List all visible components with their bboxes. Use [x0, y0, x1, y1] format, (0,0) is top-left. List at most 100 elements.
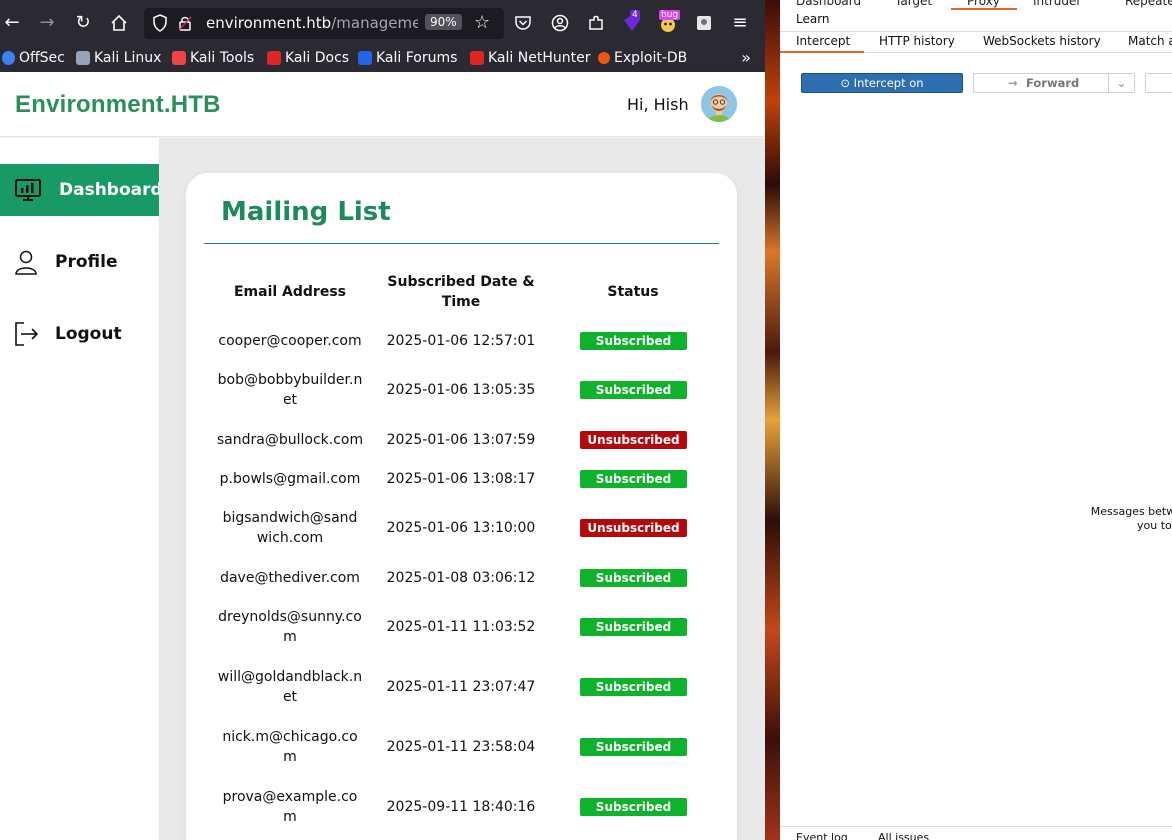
- bookmark-kali-forums[interactable]: Kali Forums: [358, 50, 457, 66]
- burp-tab-proxy[interactable]: Proxy: [967, 0, 1000, 8]
- kali-forums-icon: [358, 51, 372, 65]
- table-cell-date: 2025-01-11 23:07:47: [386, 679, 536, 695]
- burp-tab-learn[interactable]: Learn: [796, 12, 830, 26]
- proxy-subtabs: Intercept HTTP history WebSockets histor…: [780, 31, 1172, 53]
- bookmarks-overflow-icon[interactable]: »: [741, 48, 751, 67]
- sidebar-item-dashboard[interactable]: Dashboard: [0, 164, 163, 216]
- header-email: Email Address: [233, 284, 346, 300]
- kali-dragon-icon: [76, 51, 90, 65]
- url-text: environment.htb/management/dashboard: [206, 14, 418, 32]
- event-log-tab[interactable]: Event log: [796, 831, 848, 840]
- table-cell-email: sandra@bullock.com: [216, 432, 364, 448]
- forward-icon[interactable]: →: [35, 11, 59, 35]
- status-badge: Unsubscribed: [580, 431, 687, 449]
- sidebar: Dashboard Profile Logout: [0, 138, 163, 840]
- table-cell-email: bigsandwich@sand wich.com: [222, 510, 358, 546]
- card-title: Mailing List: [221, 197, 391, 227]
- status-badge: Subscribed: [580, 618, 687, 636]
- user-icon: [12, 248, 40, 276]
- lock-icon[interactable]: [178, 14, 192, 36]
- forward-button[interactable]: → Forward ⌄: [973, 73, 1135, 93]
- proxy-tab-indicator: [951, 8, 1017, 10]
- table-cell-email: p.bowls@gmail.com: [219, 471, 361, 487]
- arrow-right-icon: →: [1008, 76, 1018, 90]
- extensions-icon[interactable]: [584, 11, 608, 35]
- table-cell-email: nick.m@chicago.co m: [222, 729, 358, 765]
- all-issues-tab[interactable]: All issues: [878, 831, 929, 840]
- bookmark-offsec[interactable]: OffSec: [2, 50, 65, 66]
- sidebar-item-profile[interactable]: Profile: [0, 236, 159, 288]
- mailing-list-card: Mailing List Email Address Subscribed Da…: [186, 173, 737, 840]
- extension-badge-count: 4: [630, 10, 640, 20]
- shield-icon[interactable]: [152, 14, 168, 36]
- table-cell-email: bob@bobbybuilder.n et: [217, 372, 363, 408]
- url-bar[interactable]: environment.htb/management/dashboard 90%…: [144, 8, 504, 39]
- pocket-icon[interactable]: [511, 11, 535, 35]
- drop-button[interactable]: [1145, 73, 1172, 93]
- browser-toolbar: ← → ↻ environment.htb/management/dashboa…: [0, 0, 765, 46]
- offsec-icon: [2, 51, 15, 65]
- burp-suite-window: Dashboard Target Proxy Intruder Repeater…: [780, 0, 1172, 840]
- status-badge: Subscribed: [580, 798, 687, 816]
- intercept-toggle-button[interactable]: ⊙ Intercept on: [801, 73, 963, 93]
- header-status: Status: [607, 284, 659, 300]
- account-icon[interactable]: [548, 11, 572, 35]
- brand-title[interactable]: Environment.HTB: [15, 91, 221, 119]
- logout-icon: [12, 320, 40, 348]
- bookmark-kali-tools[interactable]: Kali Tools: [172, 50, 254, 66]
- burp-tab-target[interactable]: Target: [895, 0, 932, 8]
- header-date: Subscribed Date & Time: [387, 274, 535, 310]
- user-greeting: Hi, Hish: [627, 95, 689, 114]
- home-icon[interactable]: [107, 11, 131, 35]
- status-badge: Subscribed: [580, 470, 687, 488]
- bookmark-exploit-db[interactable]: Exploit-DB: [598, 50, 687, 66]
- status-badge: Unsubscribed: [580, 519, 687, 537]
- table-cell-date: 2025-01-06 13:07:59: [386, 432, 536, 448]
- kali-tools-icon: [172, 51, 186, 65]
- subtab-match-replace[interactable]: Match a: [1128, 34, 1172, 48]
- table-cell-date: 2025-09-11 18:40:16: [386, 799, 536, 815]
- table-cell-date: 2025-01-06 13:10:00: [386, 520, 536, 536]
- table-cell-date: 2025-01-06 13:05:35: [386, 382, 536, 398]
- burp-tab-repeater[interactable]: Repeater: [1125, 0, 1172, 8]
- reload-icon[interactable]: ↻: [71, 11, 95, 35]
- subtab-http-history[interactable]: HTTP history: [879, 34, 955, 48]
- back-icon[interactable]: ←: [0, 11, 24, 35]
- bookmark-kali-nethunter[interactable]: Kali NetHunter: [470, 50, 590, 66]
- subtab-intercept[interactable]: Intercept: [796, 34, 850, 48]
- container-extension-icon[interactable]: [692, 11, 716, 35]
- menu-icon[interactable]: ≡: [728, 11, 752, 35]
- status-badge: Subscribed: [580, 569, 687, 587]
- status-badge: Subscribed: [580, 738, 687, 756]
- bookmarks-bar: OffSec Kali Linux Kali Tools Kali Docs K…: [0, 46, 765, 72]
- app-header: Environment.HTB Hi, Hish: [0, 72, 765, 137]
- kali-docs-icon: [267, 51, 281, 65]
- table-cell-email: will@goldandblack.n et: [217, 669, 363, 705]
- chevron-down-icon[interactable]: ⌄: [1108, 74, 1134, 92]
- desktop-wallpaper-strip: [765, 0, 780, 840]
- kali-nethunter-icon: [470, 51, 484, 65]
- burp-tab-intruder[interactable]: Intruder: [1033, 0, 1081, 8]
- table-cell-email: prova@example.co m: [222, 789, 358, 825]
- bookmark-star-icon[interactable]: ☆: [474, 12, 490, 33]
- intercept-tab-indicator: [780, 51, 864, 53]
- extension-badge-label: bug: [659, 10, 681, 20]
- dashboard-monitor-icon: [14, 176, 42, 204]
- avatar[interactable]: [701, 86, 737, 122]
- bookmark-kali-linux[interactable]: Kali Linux: [76, 50, 161, 66]
- table-cell-date: 2025-01-11 11:03:52: [386, 619, 536, 635]
- table-cell-date: 2025-01-06 13:08:17: [386, 471, 536, 487]
- sidebar-item-logout[interactable]: Logout: [0, 308, 159, 360]
- exploit-db-icon: [598, 52, 610, 64]
- firefox-window: ← → ↻ environment.htb/management/dashboa…: [0, 0, 765, 840]
- table-cell-date: 2025-01-11 23:58:04: [386, 739, 536, 755]
- table-cell-date: 2025-01-06 12:57:01: [386, 333, 536, 349]
- status-badge: Subscribed: [580, 678, 687, 696]
- bookmark-kali-docs[interactable]: Kali Docs: [267, 50, 349, 66]
- burp-tab-dashboard[interactable]: Dashboard: [796, 0, 861, 8]
- zoom-indicator[interactable]: 90%: [425, 14, 462, 30]
- burp-bottom-bar: Event log All issues: [780, 826, 1172, 840]
- intercept-message: Messages betwe you to a: [1090, 505, 1172, 532]
- subtab-websockets-history[interactable]: WebSockets history: [983, 34, 1101, 48]
- table-cell-date: 2025-01-08 03:06:12: [386, 570, 536, 586]
